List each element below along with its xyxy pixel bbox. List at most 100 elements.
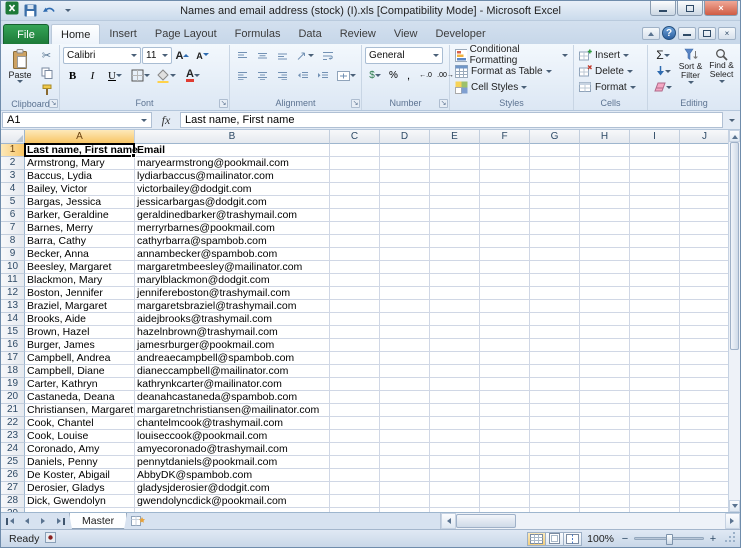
column-header-H[interactable]: H xyxy=(580,130,630,144)
cell-D8[interactable] xyxy=(380,235,430,248)
row-header-12[interactable]: 12 xyxy=(1,287,25,300)
cell-E11[interactable] xyxy=(430,274,480,287)
cell-I6[interactable] xyxy=(630,209,680,222)
cell-J19[interactable] xyxy=(680,378,728,391)
cell-B14[interactable]: aidejbrooks@trashymail.com xyxy=(135,313,330,326)
cell-F18[interactable] xyxy=(480,365,530,378)
horizontal-scroll-thumb[interactable] xyxy=(456,514,516,528)
cell-B25[interactable]: pennytdaniels@pookmail.com xyxy=(135,456,330,469)
row-header-15[interactable]: 15 xyxy=(1,326,25,339)
cell-H23[interactable] xyxy=(580,430,630,443)
cell-A11[interactable]: Blackmon, Mary xyxy=(25,274,135,287)
row-header-1[interactable]: 1 xyxy=(1,144,25,157)
cell-C10[interactable] xyxy=(330,261,380,274)
cell-B8[interactable]: cathyrbarra@spambob.com xyxy=(135,235,330,248)
cell-A25[interactable]: Daniels, Penny xyxy=(25,456,135,469)
insert-worksheet-button[interactable] xyxy=(127,513,149,529)
cell-F3[interactable] xyxy=(480,170,530,183)
cell-D15[interactable] xyxy=(380,326,430,339)
excel-app-icon[interactable] xyxy=(5,1,19,20)
help-button[interactable]: ? xyxy=(662,26,676,40)
cell-C23[interactable] xyxy=(330,430,380,443)
copy-button[interactable] xyxy=(37,64,56,81)
cell-B11[interactable]: marylblackmon@dodgit.com xyxy=(135,274,330,287)
cell-J23[interactable] xyxy=(680,430,728,443)
cell-J9[interactable] xyxy=(680,248,728,261)
cell-I4[interactable] xyxy=(630,183,680,196)
cell-H17[interactable] xyxy=(580,352,630,365)
tab-formulas[interactable]: Formulas xyxy=(226,24,290,44)
cell-E28[interactable] xyxy=(430,495,480,508)
cell-J5[interactable] xyxy=(680,196,728,209)
alignment-dialog-launcher[interactable]: ↘ xyxy=(351,99,360,108)
italic-button[interactable]: I xyxy=(83,67,102,84)
clear-button[interactable] xyxy=(651,79,675,95)
cell-I12[interactable] xyxy=(630,287,680,300)
cell-B12[interactable]: jennifereboston@trashymail.com xyxy=(135,287,330,300)
cell-D1[interactable] xyxy=(380,144,430,157)
cell-F15[interactable] xyxy=(480,326,530,339)
cell-F8[interactable] xyxy=(480,235,530,248)
row-header-6[interactable]: 6 xyxy=(1,209,25,222)
cell-E12[interactable] xyxy=(430,287,480,300)
cell-C16[interactable] xyxy=(330,339,380,352)
cell-B7[interactable]: merryrbarnes@pookmail.com xyxy=(135,222,330,235)
cell-G6[interactable] xyxy=(530,209,580,222)
cell-I10[interactable] xyxy=(630,261,680,274)
cell-H13[interactable] xyxy=(580,300,630,313)
cell-H12[interactable] xyxy=(580,287,630,300)
cell-styles-button[interactable]: Cell Styles xyxy=(453,79,529,95)
row-header-23[interactable]: 23 xyxy=(1,430,25,443)
cell-D9[interactable] xyxy=(380,248,430,261)
cell-E10[interactable] xyxy=(430,261,480,274)
tab-insert[interactable]: Insert xyxy=(100,24,146,44)
format-as-table-button[interactable]: Format as Table xyxy=(453,63,554,79)
cell-I14[interactable] xyxy=(630,313,680,326)
accounting-format-button[interactable]: $ xyxy=(365,67,385,84)
cell-C20[interactable] xyxy=(330,391,380,404)
find-select-button[interactable]: Find & Select xyxy=(706,47,737,86)
cell-F5[interactable] xyxy=(480,196,530,209)
cell-G10[interactable] xyxy=(530,261,580,274)
select-all-corner[interactable] xyxy=(1,130,25,144)
vertical-scroll-thumb[interactable] xyxy=(730,142,739,350)
cell-A4[interactable]: Bailey, Victor xyxy=(25,183,135,196)
column-header-J[interactable]: J xyxy=(680,130,728,144)
cell-A20[interactable]: Castaneda, Deana xyxy=(25,391,135,404)
align-middle-button[interactable] xyxy=(253,47,272,64)
grow-font-button[interactable]: A xyxy=(173,47,192,64)
conditional-formatting-button[interactable]: Conditional Formatting xyxy=(453,44,570,66)
font-dialog-launcher[interactable]: ↘ xyxy=(219,99,228,108)
cell-A9[interactable]: Becker, Anna xyxy=(25,248,135,261)
cell-A8[interactable]: Barra, Cathy xyxy=(25,235,135,248)
cell-D10[interactable] xyxy=(380,261,430,274)
wrap-text-button[interactable] xyxy=(318,47,337,64)
undo-button[interactable] xyxy=(41,3,57,19)
cell-G22[interactable] xyxy=(530,417,580,430)
cell-C28[interactable] xyxy=(330,495,380,508)
cell-A13[interactable]: Braziel, Margaret xyxy=(25,300,135,313)
align-bottom-button[interactable] xyxy=(273,47,292,64)
cell-B16[interactable]: jamesrburger@pookmail.com xyxy=(135,339,330,352)
cell-D13[interactable] xyxy=(380,300,430,313)
format-cells-button[interactable]: Format xyxy=(577,79,638,95)
cell-A26[interactable]: De Koster, Abigail xyxy=(25,469,135,482)
cell-G23[interactable] xyxy=(530,430,580,443)
cell-G14[interactable] xyxy=(530,313,580,326)
cell-E22[interactable] xyxy=(430,417,480,430)
cell-E21[interactable] xyxy=(430,404,480,417)
cell-A18[interactable]: Campbell, Diane xyxy=(25,365,135,378)
cell-I17[interactable] xyxy=(630,352,680,365)
tab-data[interactable]: Data xyxy=(289,24,330,44)
cell-E19[interactable] xyxy=(430,378,480,391)
cell-J13[interactable] xyxy=(680,300,728,313)
cell-H19[interactable] xyxy=(580,378,630,391)
cell-H2[interactable] xyxy=(580,157,630,170)
row-header-20[interactable]: 20 xyxy=(1,391,25,404)
cell-A5[interactable]: Bargas, Jessica xyxy=(25,196,135,209)
cell-D3[interactable] xyxy=(380,170,430,183)
cell-E26[interactable] xyxy=(430,469,480,482)
cell-J16[interactable] xyxy=(680,339,728,352)
cell-G17[interactable] xyxy=(530,352,580,365)
cell-B4[interactable]: victorbailey@dodgit.com xyxy=(135,183,330,196)
